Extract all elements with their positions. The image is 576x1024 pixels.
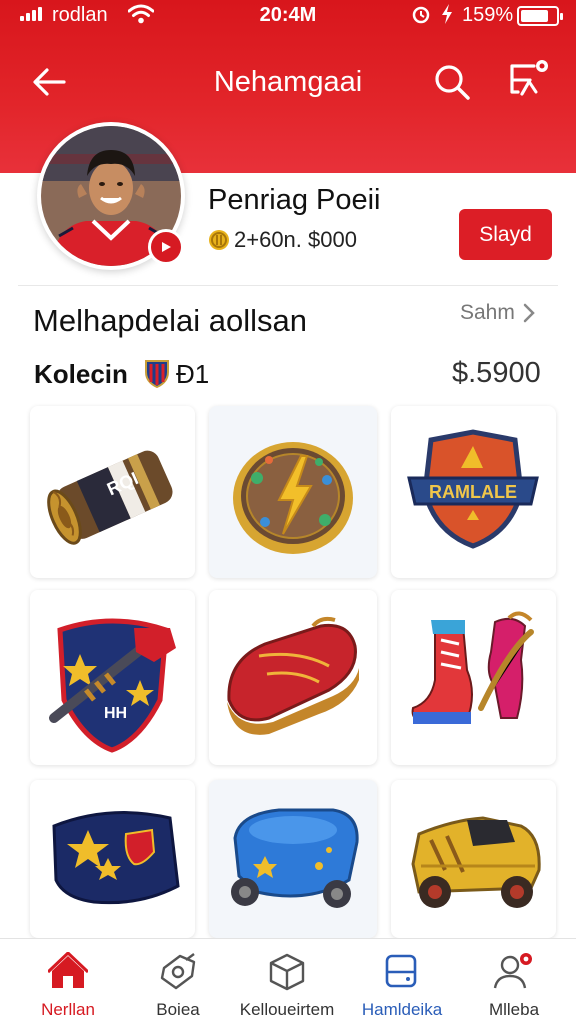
coin-balance: 2+60n. $000 (234, 227, 357, 252)
tab-profile-label: Mlleba (488, 1000, 540, 1019)
page-title: Nehamgaai (213, 66, 363, 98)
torch-shield-icon: HH (49, 618, 176, 753)
battery-percent: 159% (462, 4, 514, 26)
crest-label: RAMLALE (429, 482, 517, 502)
item-card-torch-shield[interactable]: HH (30, 590, 195, 765)
crest-badge-icon: RAMLALE (407, 429, 539, 549)
torch-shield-mark: HH (104, 705, 127, 722)
bottom-nav: Nerllan Boiea Kelloueirtem Hamldeika Mll… (0, 938, 576, 1024)
tab-tags[interactable]: Boiea (132, 939, 224, 1024)
sneaker-pair-icon (411, 611, 534, 724)
avatar-badge[interactable] (148, 229, 184, 265)
toy-car-icon (411, 816, 541, 908)
collection-value: $.5900 (452, 357, 541, 389)
tab-tags-label: Boiea (156, 1000, 200, 1019)
tab-collection[interactable]: Kelloueirtem (232, 939, 342, 1024)
chevron-right-icon (523, 303, 535, 323)
tag-icon (160, 953, 196, 990)
tab-home-label: Nerllan (41, 1000, 95, 1019)
tab-devices-label: Hamldeika (361, 1000, 443, 1019)
item-card-crest-badge[interactable]: RAMLALE (391, 406, 556, 578)
item-card-lightning-medal[interactable] (209, 406, 377, 578)
lightning-medal-icon (233, 442, 353, 554)
red-boot-icon (227, 616, 359, 735)
action-button[interactable]: Slayd (459, 209, 552, 260)
tab-profile[interactable]: Mlleba (468, 939, 560, 1024)
item-card-star-jersey[interactable] (30, 780, 195, 938)
profile-icon (493, 953, 532, 989)
section-title: Melhapdelai aollsan (33, 303, 308, 338)
item-card-blue-cart[interactable] (209, 780, 377, 938)
search-icon (435, 65, 470, 100)
charging-icon (440, 3, 454, 30)
see-all-link[interactable]: Sahm (460, 301, 535, 325)
see-all-label: Sahm (460, 301, 515, 324)
star-jersey-icon (52, 811, 180, 905)
status-bar: rodlan 20:4M 159% (0, 0, 576, 32)
tab-collection-label: Kelloueirtem (239, 1000, 335, 1019)
divider (18, 285, 558, 286)
tab-devices[interactable]: Hamldeika (356, 939, 448, 1024)
blue-cart-icon (231, 808, 359, 908)
rolled-scarf-icon: RQI (47, 450, 173, 545)
home-icon (48, 952, 88, 988)
battery-icon (517, 6, 563, 26)
collection-number: Ɖ1 (176, 359, 210, 389)
item-card-rolled-scarf[interactable]: RQI (30, 406, 195, 578)
battery-fill (521, 10, 548, 22)
coin-icon (209, 230, 229, 250)
item-card-toy-car[interactable] (391, 780, 556, 938)
share-icon (510, 60, 548, 96)
shield-icon (145, 360, 169, 388)
box-icon (269, 953, 305, 991)
device-icon (385, 954, 417, 988)
share-button[interactable] (506, 58, 552, 104)
item-card-sneaker-pair[interactable] (391, 590, 556, 765)
alarm-icon (412, 4, 430, 29)
search-button[interactable] (432, 62, 472, 102)
item-card-red-boot[interactable] (209, 590, 377, 765)
tab-home[interactable]: Nerllan (22, 939, 114, 1024)
play-icon (162, 242, 171, 252)
profile-name: Penriag Poeii (208, 184, 381, 216)
collection-label: Kolecin (34, 359, 128, 389)
